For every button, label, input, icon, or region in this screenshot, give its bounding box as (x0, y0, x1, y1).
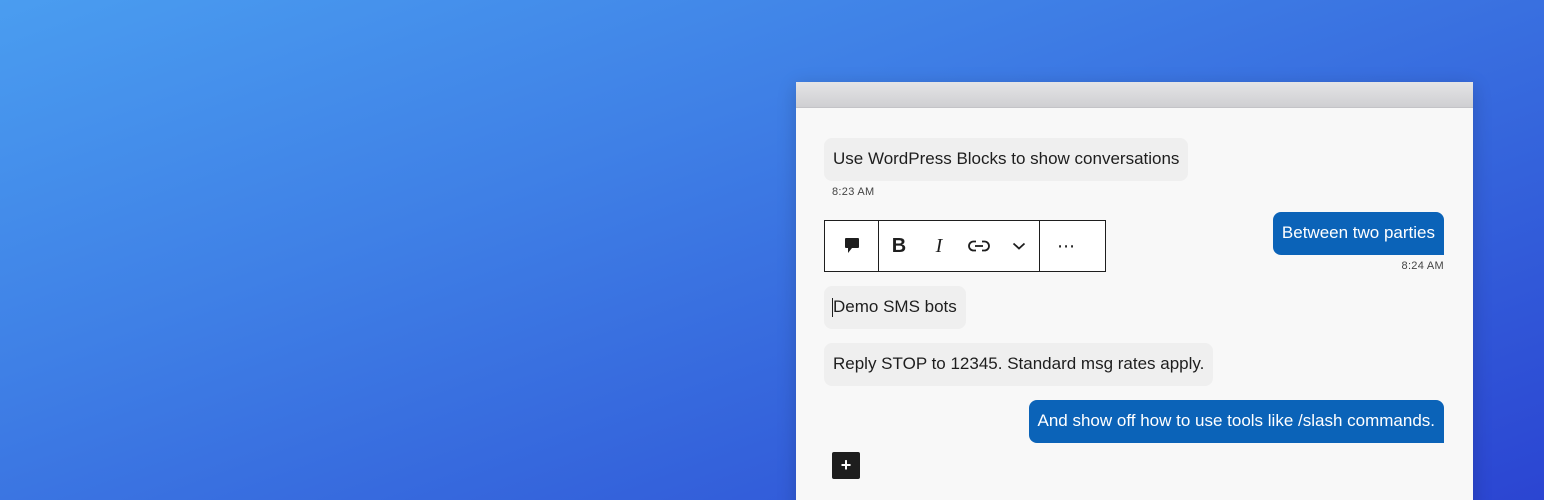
window-titlebar (796, 82, 1473, 108)
link-button[interactable] (959, 221, 999, 271)
message-bubble-outgoing[interactable]: And show off how to use tools like /slas… (1028, 400, 1444, 443)
link-icon (968, 240, 990, 252)
message-bubble-incoming-selected[interactable]: Demo SMS bots (824, 286, 966, 329)
block-toolbar: B I ⋯ (824, 220, 1106, 272)
plus-icon: + (840, 455, 852, 475)
message-text: And show off how to use tools like /slas… (1037, 411, 1436, 430)
message-bubble-incoming[interactable]: Reply STOP to 12345. Standard msg rates … (824, 343, 1214, 386)
text-caret (832, 298, 833, 317)
message-timestamp: 8:23 AM (832, 186, 875, 198)
block-type-group (825, 221, 879, 271)
block-options-button[interactable]: ⋯ (1040, 221, 1093, 271)
chevron-down-icon (1012, 242, 1026, 250)
message-text: Reply STOP to 12345. Standard msg rates … (833, 354, 1205, 373)
bold-button[interactable]: B (879, 221, 919, 271)
more-formats-button[interactable] (999, 221, 1039, 271)
message-text: Between two parties (1281, 223, 1435, 242)
message-timestamp: 8:24 AM (1401, 260, 1444, 272)
speech-bubble-icon (844, 238, 859, 253)
message-text: Use WordPress Blocks to show conversatio… (833, 149, 1180, 168)
message-bubble-incoming[interactable]: Use WordPress Blocks to show conversatio… (824, 138, 1189, 181)
bold-label: B (891, 234, 907, 257)
editor-window: Use WordPress Blocks to show conversatio… (796, 82, 1473, 500)
block-type-button[interactable] (825, 221, 878, 271)
message-text: Demo SMS bots (833, 297, 957, 316)
italic-label: I (935, 234, 943, 257)
message-bubble-outgoing[interactable]: Between two parties (1272, 212, 1444, 255)
formatting-group: B I (879, 221, 1040, 271)
options-group: ⋯ (1040, 221, 1093, 271)
italic-button[interactable]: I (919, 221, 959, 271)
add-block-button[interactable]: + (832, 452, 860, 479)
options-icon: ⋯ (1057, 235, 1076, 256)
